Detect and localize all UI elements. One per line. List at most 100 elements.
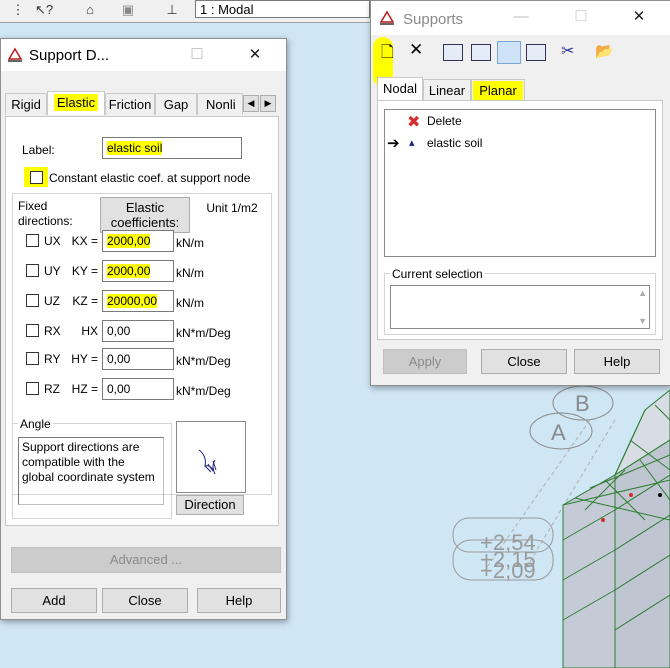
elastic-coefficients-button[interactable]: Elastic coefficients: xyxy=(100,197,190,233)
red-x-icon: ✖ xyxy=(407,114,421,131)
dir-checkbox-uy[interactable] xyxy=(26,264,39,277)
close-icon[interactable]: ✕ xyxy=(629,7,649,27)
apply-button: Apply xyxy=(383,349,467,374)
structure-icon[interactable]: ⊥ xyxy=(162,1,182,19)
coef-value-uz[interactable]: 20000,00 xyxy=(102,290,174,312)
fixed-directions-label: Fixed directions: xyxy=(18,199,73,228)
tables-icon[interactable] xyxy=(443,44,463,61)
tab-scroll-right-button[interactable]: ▶ xyxy=(260,95,276,112)
elastic-tab-page: Label: elastic soil Constant elastic coe… xyxy=(5,116,279,526)
new-document-icon[interactable]: 🗋 xyxy=(381,41,394,68)
dir-label: UZ xyxy=(44,294,60,308)
list-item-delete[interactable]: Delete xyxy=(427,114,462,128)
coef-label: HY = xyxy=(71,352,98,366)
help-cursor-icon[interactable]: ↖? xyxy=(34,1,54,19)
tab-linear[interactable]: Linear xyxy=(423,79,471,101)
axis-label-b: B xyxy=(575,391,590,416)
list-item-elastic-soil[interactable]: elastic soil xyxy=(427,136,482,150)
tab-nodal[interactable]: Nodal xyxy=(377,77,423,101)
dir-label: UX xyxy=(44,234,61,248)
level-label-3: +2,09 xyxy=(480,558,536,583)
list-view-icon[interactable] xyxy=(526,44,546,61)
label-caption: Label: xyxy=(22,143,55,157)
toolbar-separator: ⋮ xyxy=(11,2,25,17)
case-combo[interactable]: 1 : Modal xyxy=(195,0,370,18)
current-selection-label: Current selection xyxy=(390,267,485,281)
coef-label: HX xyxy=(81,324,98,338)
supports-close-button[interactable]: Close xyxy=(481,349,567,374)
close-icon[interactable]: ✕ xyxy=(245,45,265,65)
help-button[interactable]: Help xyxy=(197,588,281,613)
constant-coef-label: Constant elastic coef. at support node xyxy=(49,171,251,185)
tab-nonlinear[interactable]: Nonli xyxy=(197,93,243,115)
label-input[interactable]: elastic soil xyxy=(102,137,242,159)
label-input-value: elastic soil xyxy=(107,141,163,155)
unit-label: kN*m/Deg xyxy=(176,326,231,340)
coef-value-ux[interactable]: 2000,00 xyxy=(102,230,174,252)
unit-label: kN/m xyxy=(176,296,204,310)
coef-value-rx[interactable]: 0,00 xyxy=(102,320,174,342)
dialog-title: Support D... xyxy=(29,47,110,64)
supports-tab-strip: Nodal Linear Planar xyxy=(377,77,667,101)
dir-checkbox-ux[interactable] xyxy=(26,234,39,247)
coef-label: HZ = xyxy=(71,382,98,396)
support-types-list[interactable]: ✖ Delete ➔ ▴ elastic soil xyxy=(384,109,656,257)
tab-gap[interactable]: Gap xyxy=(155,93,197,115)
coef-label: KX = xyxy=(71,234,98,248)
house-icon[interactable]: ⌂ xyxy=(80,1,100,19)
maximize-icon: ☐ xyxy=(574,8,588,25)
unit-header: Unit 1/m2 xyxy=(206,201,258,215)
delete-x-icon[interactable]: ✕ xyxy=(409,40,423,60)
supports-tab-page: ✖ Delete ➔ ▴ elastic soil Current select… xyxy=(377,100,663,340)
supports-title: Supports xyxy=(403,11,464,28)
direction-preview xyxy=(176,421,246,493)
dir-checkbox-uz[interactable] xyxy=(26,294,39,307)
dir-label: RY xyxy=(44,352,61,366)
supports-titlebar[interactable]: Supports — ☐ ✕ xyxy=(371,1,670,35)
current-arrow-icon: ➔ xyxy=(387,135,400,152)
coef-value-text: 0,00 xyxy=(107,352,131,366)
coef-value-text: 0,00 xyxy=(107,324,131,338)
dir-label: RZ xyxy=(44,382,60,396)
dir-checkbox-rx[interactable] xyxy=(26,324,39,337)
coef-value-text: 20000,00 xyxy=(107,294,158,308)
tab-scroll-left-button[interactable]: ◀ xyxy=(243,95,259,112)
advanced-button: Advanced ... xyxy=(11,547,281,573)
open-folder-icon[interactable]: 📂 xyxy=(595,42,614,60)
grid-view-icon[interactable] xyxy=(497,41,521,64)
coef-value-rz[interactable]: 0,00 xyxy=(102,378,174,400)
supports-help-button[interactable]: Help xyxy=(574,349,660,374)
coef-value-text: 0,00 xyxy=(107,382,131,396)
tab-rigid[interactable]: Rigid xyxy=(5,93,47,115)
dir-checkbox-ry[interactable] xyxy=(26,352,39,365)
model-viewport[interactable]: B A +2,54 +2,15 +2,09 xyxy=(285,380,670,668)
coef-value-ry[interactable]: 0,00 xyxy=(102,348,174,370)
dialog-titlebar[interactable]: Support D... ☐ ✕ xyxy=(1,39,286,71)
coef-label: KZ = xyxy=(72,294,98,308)
add-button[interactable]: Add xyxy=(11,588,97,613)
tab-elastic[interactable]: Elastic xyxy=(47,91,105,115)
dir-checkbox-rz[interactable] xyxy=(26,382,39,395)
unit-label: kN/m xyxy=(176,266,204,280)
supports-window: Supports — ☐ ✕ 🗋 ✕ ✂ 📂 Nodal Linear Plan… xyxy=(370,0,670,386)
layers-icon[interactable]: ▣ xyxy=(118,1,138,19)
tab-friction[interactable]: Friction xyxy=(105,93,155,115)
unit-label: kN*m/Deg xyxy=(176,384,231,398)
tab-planar-label: Planar xyxy=(473,81,523,100)
display-icon[interactable] xyxy=(471,44,491,61)
scroll-up-icon[interactable]: ▲ xyxy=(638,288,647,298)
direction-button[interactable]: Direction xyxy=(176,495,244,515)
scissors-icon[interactable]: ✂ xyxy=(561,41,574,61)
angle-text: Support directions are compatible with t… xyxy=(18,437,164,505)
coef-value-uy[interactable]: 2000,00 xyxy=(102,260,174,282)
tab-elastic-label: Elastic xyxy=(53,94,99,111)
direction-axes-icon xyxy=(198,449,217,475)
tab-planar[interactable]: Planar xyxy=(471,79,525,101)
constant-coef-checkbox[interactable] xyxy=(30,171,43,184)
coef-value-text: 2000,00 xyxy=(107,234,151,248)
current-selection-field[interactable]: ▲ ▼ xyxy=(390,285,650,329)
scroll-down-icon[interactable]: ▼ xyxy=(638,316,647,326)
unit-label: kN/m xyxy=(176,236,204,250)
close-button[interactable]: Close xyxy=(102,588,188,613)
tab-strip: Rigid Elastic Friction Gap Nonli ◀ ▶ xyxy=(5,91,281,117)
